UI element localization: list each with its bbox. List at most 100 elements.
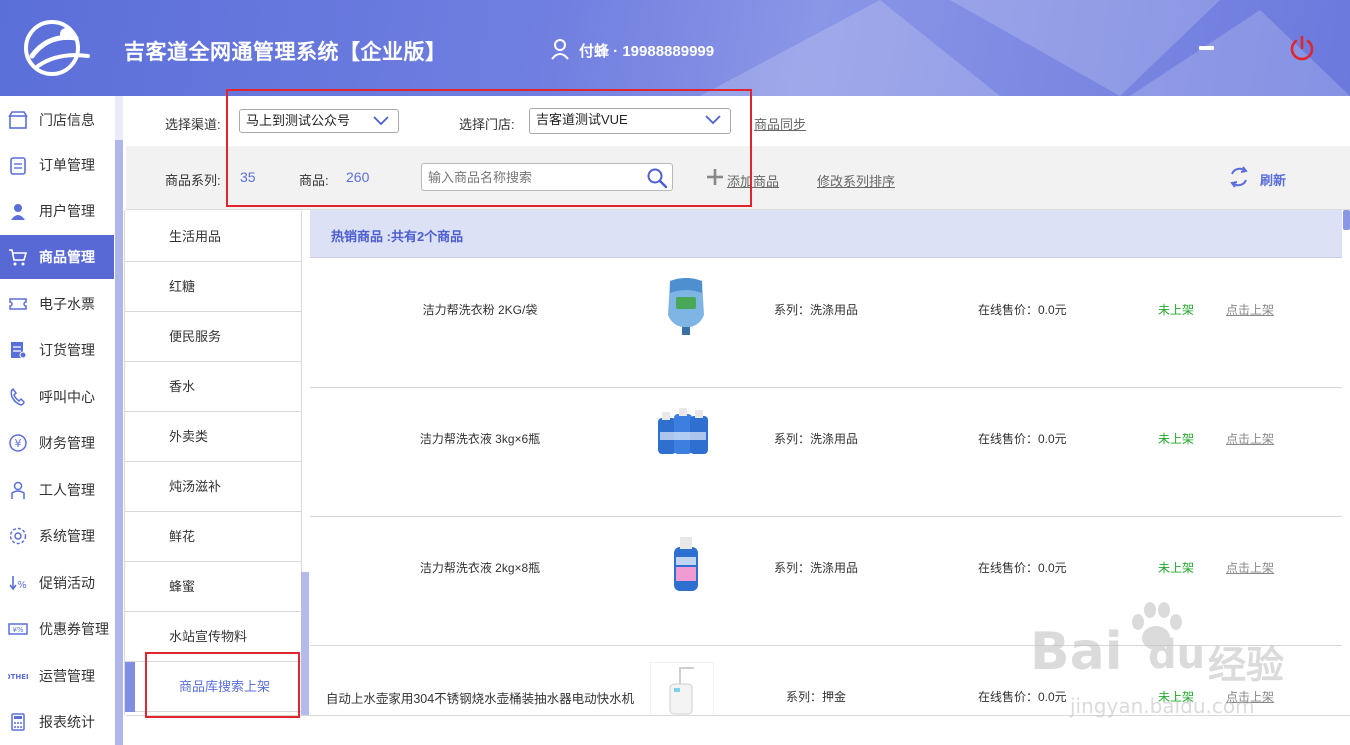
sidebar-item-label: 促销活动 (39, 575, 95, 591)
sidebar-item-store[interactable]: 门店信息 (0, 98, 114, 142)
worker-icon (11, 481, 25, 499)
category-item[interactable]: 香水 (125, 362, 302, 412)
category-item[interactable]: 外卖类 (125, 412, 302, 462)
chevron-down-icon (373, 116, 389, 126)
series-count: 35 (240, 169, 256, 185)
sync-goods-link[interactable]: 商品同步 (754, 114, 806, 133)
percent-icon: % (9, 576, 27, 591)
shelve-link[interactable]: 点击上架 (1226, 559, 1274, 576)
category-item-active[interactable]: 商品库搜索上架 (125, 662, 302, 712)
plus-icon[interactable] (706, 168, 724, 186)
sidebar-item-label: 系统管理 (39, 528, 95, 544)
sidebar-item-label: 电子水票 (39, 296, 95, 312)
store-select[interactable]: 吉客道测试VUE (529, 108, 731, 134)
goods-panel: 热销商品 :共有2个商品 洁力帮洗衣粉 2KG/袋 系列：洗涤用品 在线售价：0… (310, 210, 1342, 715)
goods-search[interactable] (421, 163, 673, 191)
series-count-label: 商品系列: (165, 173, 221, 188)
sidebar-item-orders[interactable]: 订单管理 (0, 143, 114, 187)
sidebar-item-label: 商品管理 (39, 249, 95, 265)
add-goods-link[interactable]: 添加商品 (727, 171, 779, 190)
goods-name: 洁力帮洗衣液 3kg×6瓶 (419, 432, 541, 446)
sidebar-scrollbar[interactable] (115, 140, 123, 745)
shelve-link[interactable]: 点击上架 (1226, 301, 1274, 318)
shelve-link[interactable]: 点击上架 (1226, 688, 1274, 705)
sidebar: 门店信息 订单管理 用户管理 商品管理 电子水票 订货管理 呼叫中心 ¥ 财务管… (0, 96, 114, 745)
sidebar-item-label: 工人管理 (39, 482, 95, 498)
calculator-icon (11, 713, 25, 731)
store-icon (8, 111, 28, 129)
bottle-image (674, 537, 698, 591)
user-info: 付蜂 · 19988889999 (579, 43, 715, 60)
gear-icon (9, 527, 27, 545)
status-badge: 未上架 (1158, 303, 1195, 317)
svg-text:%: % (17, 580, 27, 591)
category-item[interactable]: 鲜花 (125, 512, 302, 562)
category-scrollbar[interactable] (301, 572, 309, 715)
table-row: 洁力帮洗衣液 2kg×8瓶 系列：洗涤用品 在线售价：0.0元 未上架 点击上架 (310, 517, 1342, 646)
yen-icon: ¥ (9, 434, 27, 452)
goods-price: 在线售价：0.0元 (978, 690, 1067, 704)
sidebar-item-system[interactable]: 系统管理 (0, 514, 114, 558)
svg-text:OTHER: OTHER (8, 673, 28, 681)
channel-label: 选择渠道: (165, 117, 221, 132)
sidebar-item-label: 呼叫中心 (39, 389, 95, 405)
sidebar-item-workers[interactable]: 工人管理 (0, 468, 114, 512)
search-input[interactable] (428, 168, 638, 186)
sidebar-item-coupons[interactable]: ¥% 优惠券管理 (0, 607, 114, 651)
category-item[interactable]: 水站宣传物料 (125, 612, 302, 662)
sidebar-item-reports[interactable]: 报表统计 (0, 700, 114, 744)
clipboard-icon (10, 157, 26, 175)
goods-panel-title: 热销商品 :共有2个商品 (331, 229, 464, 244)
store-select-value: 吉客道测试VUE (536, 112, 628, 127)
sidebar-item-label: 财务管理 (39, 435, 95, 451)
status-badge: 未上架 (1158, 432, 1195, 446)
refresh-button[interactable]: 刷新 (1228, 165, 1298, 189)
goods-price: 在线售价：0.0元 (978, 432, 1067, 446)
chevron-down-icon (705, 115, 721, 125)
sidebar-item-label: 运营管理 (39, 668, 95, 684)
other-icon: OTHER (8, 673, 28, 681)
goods-name: 自动上水壶家用304不锈钢烧水壶桶装抽水器电动快水机 (325, 692, 635, 706)
content-scrollbar[interactable] (1343, 210, 1350, 230)
goods-series: 系列：洗涤用品 (774, 303, 859, 317)
sidebar-item-operations[interactable]: OTHER 运营管理 (0, 654, 114, 698)
sidebar-item-goods[interactable]: 商品管理 (0, 235, 114, 279)
coupon-icon: ¥% (8, 623, 28, 635)
user-icon (551, 39, 569, 60)
sidebar-item-water-ticket[interactable]: 电子水票 (0, 282, 114, 326)
sidebar-item-purchase[interactable]: 订货管理 (0, 328, 114, 372)
sidebar-item-label: 优惠券管理 (39, 621, 109, 637)
sidebar-item-label: 用户管理 (39, 203, 95, 219)
category-item[interactable]: 生活用品 (125, 212, 302, 262)
sidebar-item-label: 订单管理 (39, 157, 95, 173)
power-icon[interactable] (1288, 34, 1316, 62)
sidebar-item-call-center[interactable]: 呼叫中心 (0, 375, 114, 419)
goods-series: 系列：洗涤用品 (774, 561, 859, 575)
category-item[interactable]: 红糖 (125, 262, 302, 312)
refresh-label: 刷新 (1260, 173, 1287, 188)
sidebar-item-promotion[interactable]: % 促销活动 (0, 561, 114, 605)
goods-name: 洁力帮洗衣粉 2KG/袋 (422, 303, 538, 317)
minimize-button[interactable] (1196, 36, 1220, 58)
sidebar-item-label: 报表统计 (39, 714, 95, 730)
user-icon (11, 204, 25, 220)
logo-icon (24, 20, 90, 76)
goods-price: 在线售价：0.0元 (978, 561, 1067, 575)
category-item[interactable]: 蜂蜜 (125, 562, 302, 612)
sidebar-item-finance[interactable]: ¥ 财务管理 (0, 421, 114, 465)
cart-icon (9, 249, 28, 266)
table-row: 自动上水壶家用304不锈钢烧水壶桶装抽水器电动快水机 系列：押金 在线售价：0.… (310, 646, 1342, 715)
channel-select[interactable]: 马上到测试公众号 (239, 109, 399, 133)
store-label: 选择门店: (459, 117, 515, 132)
category-item[interactable]: 便民服务 (125, 312, 302, 362)
shelve-link[interactable]: 点击上架 (1226, 430, 1274, 447)
header-decoration (700, 0, 1350, 96)
reorder-series-link[interactable]: 修改系列排序 (817, 171, 895, 190)
bottom-bar (126, 715, 1350, 745)
category-item[interactable]: 炖汤滋补 (125, 462, 302, 512)
document-icon (11, 342, 27, 359)
channel-select-value: 马上到测试公众号 (246, 113, 351, 128)
sidebar-item-users[interactable]: 用户管理 (0, 189, 114, 233)
goods-name: 洁力帮洗衣液 2kg×8瓶 (419, 561, 541, 575)
search-icon[interactable] (646, 167, 668, 189)
